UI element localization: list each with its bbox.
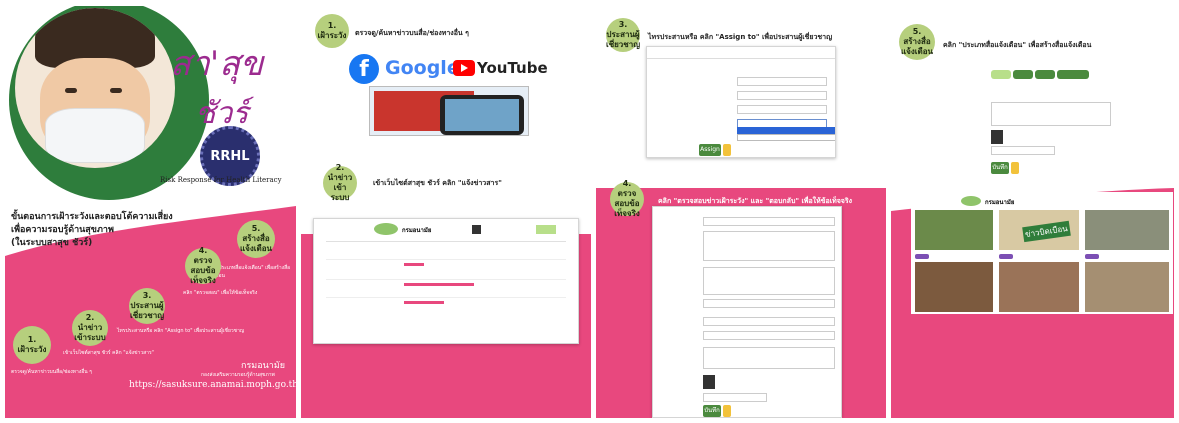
panel-step3-4: 3. ประสานผู้เชี่ยวชาญ ไทรประสานหรือ คลิก … (596, 6, 886, 418)
step-desc-3: ไทรประสานหรือ คลิก "Assign to" เพื่อประส… (117, 328, 245, 334)
assign-dialog: Assign (646, 46, 836, 158)
site-brand: กรมอนามัย (402, 227, 432, 234)
step1-circle: 1. เฝ้าระวัง (315, 14, 349, 48)
face-mask (45, 108, 145, 163)
step2-circle: 2. นำข่าวเข้าระบบ (323, 163, 357, 202)
media-thumb-6[interactable] (1085, 262, 1169, 312)
google-logo: Google (385, 57, 460, 79)
step5-text: คลิก "ประเภทสื่อแจ้งเตือน" เพื่อสร้างสื่… (943, 41, 1092, 49)
media-gallery: กรมอนามัย ข่าวบิดเบือน (911, 192, 1173, 314)
step1-text: ตรวจดู/ค้นหาข่าวบนสื่อ/ช่องทางอื่น ๆ (355, 29, 469, 37)
step-circle-4: 4. ตรวจสอบข้อเท็จจริง (185, 246, 221, 285)
gallery-brand: กรมอนามัย (985, 199, 1015, 206)
step5-circle: 5. สร้างสื่อแจ้งเตือน (899, 24, 935, 60)
fact-check-form: บันทึก (652, 206, 842, 418)
panel-step1-2: 1. เฝ้าระวัง ตรวจดู/ค้นหาข่าวบนสื่อ/ช่องท… (301, 6, 591, 418)
media-thumb-5[interactable] (999, 262, 1079, 312)
step-circle-1: 1. เฝ้าระวัง (13, 326, 51, 364)
step3-text: ไทรประสานหรือ คลิก "Assign to" เพื่อประส… (648, 33, 833, 41)
step2-text: เข้าเว็บไซต์สาสุข ชัวร์ คลิก "แจ้งข่าวสา… (373, 179, 502, 187)
devices-image (369, 86, 529, 136)
assign-yellow-button[interactable] (723, 144, 731, 156)
site-url: https://sasuksure.anamai.moph.go.th/ (129, 380, 296, 390)
media-thumb-3[interactable] (1085, 210, 1169, 250)
panel-overview: สา'สุข ชัวร์ RRHL Risk Response for Heal… (5, 6, 296, 418)
youtube-icon (453, 60, 475, 76)
media-thumb-1[interactable] (915, 210, 993, 250)
step3-circle: 3. ประสานผู้เชี่ยวชาญ (606, 18, 640, 52)
facebook-icon: f (349, 54, 379, 84)
overview-title: ขั้นตอนการเฝ้าระวังและตอบโต้ความเสี่ยง เ… (11, 212, 173, 248)
step4-circle: 4. ตรวจสอบข้อเท็จจริง (610, 179, 644, 218)
stamp-label: ข่าวบิดเบือน (1022, 220, 1071, 243)
step-circle-5: 5. สร้างสื่อแจ้งเตือน (237, 220, 275, 258)
brand-logo: สา'สุข ชัวร์ (170, 36, 290, 131)
save-button-step5[interactable]: บันทึก (991, 162, 1009, 174)
rrhl-caption: Risk Response for Health Literacy (160, 176, 282, 184)
step-circle-3: 3. ประสานผู้เชี่ยวชาญ (129, 288, 165, 324)
org-name: กรมอนามัย (241, 361, 286, 371)
panel-step5: 5. สร้างสื่อแจ้งเตือน คลิก "ประเภทสื่อแจ้… (891, 6, 1174, 418)
media-form: บันทึก (943, 52, 1171, 176)
save-yellow-button-step4[interactable] (723, 405, 731, 417)
step-desc-4: คลิก "ตรวจสอบ" เพื่อให้ข้อเท็จจริง (183, 290, 258, 296)
save-yellow-button-step5[interactable] (1011, 162, 1019, 174)
media-thumb-2[interactable]: ข่าวบิดเบือน (999, 210, 1079, 250)
step-circle-2: 2. นำข่าวเข้าระบบ (72, 310, 108, 346)
media-thumb-4[interactable] (915, 262, 993, 312)
save-button-step4[interactable]: บันทึก (703, 405, 721, 417)
step-desc-2: เข้าเว็บไซต์สาสุข ชัวร์ คลิก "แจ้งข่าวสา… (63, 350, 154, 356)
youtube-logo: YouTube (477, 59, 548, 77)
org-sub: กองส่งเสริมความรอบรู้ด้านสุขภาพ (201, 372, 275, 378)
assign-button[interactable]: Assign (699, 144, 721, 156)
site-screenshot-step2: กรมอนามัย (313, 218, 579, 344)
step-desc-1: ตรวจดู/ค้นหาข่าวบนสื่อ/ช่องทางอื่น ๆ (11, 369, 92, 375)
infographic: สา'สุข ชัวร์ RRHL Risk Response for Heal… (0, 0, 1179, 423)
brand-top: สา'สุข (170, 44, 264, 84)
